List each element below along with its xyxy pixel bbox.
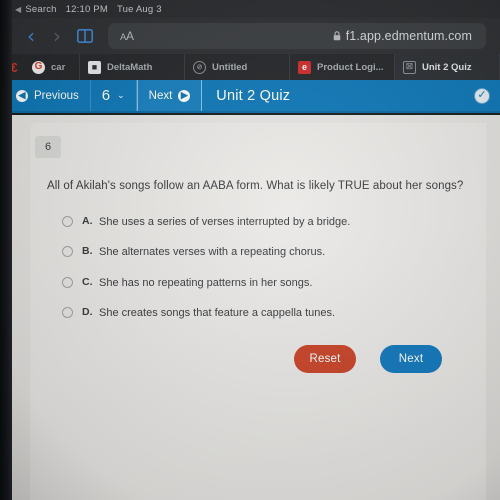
- answer-options-list: A. She uses a series of verses interrupt…: [62, 215, 468, 336]
- google-icon: G: [32, 60, 45, 74]
- option-text-a: She uses a series of verses interrupted …: [99, 216, 351, 228]
- quiz-title: Unit 2 Quiz: [216, 87, 291, 104]
- browser-tab-car[interactable]: G car: [28, 54, 80, 80]
- back-to-search-label[interactable]: Search: [25, 4, 56, 15]
- device-bezel-left: [0, 0, 12, 500]
- url-display: f1.app.edmentum.com: [108, 29, 472, 43]
- status-bar-time: 12:10 PM: [65, 3, 108, 15]
- quiz-toolbar: ◀ Previous 6 ⌄ Next ▶ Unit 2 Quiz ✓: [0, 80, 500, 113]
- browser-tab-product-login[interactable]: e Product Logi...: [290, 54, 395, 80]
- tab-label-unit-2-quiz: Unit 2 Quiz: [422, 61, 472, 73]
- option-text-d: She creates songs that feature a cappell…: [99, 306, 336, 319]
- quiz-icon: ☒: [403, 60, 416, 74]
- tablet-screenshot: ◀ Search 12:10 PM Tue Aug 3 ‹ › AA f1.ap…: [0, 0, 500, 500]
- status-bar-date: Tue Aug 3: [116, 3, 162, 15]
- deltamath-icon: ■: [88, 60, 101, 74]
- previous-arrow-icon: ◀: [16, 89, 28, 102]
- question-card: 6 All of Akilah's songs follow an AABA f…: [30, 123, 486, 500]
- current-question-number: 6: [101, 87, 111, 104]
- option-text-c: She has no repeating patterns in her son…: [99, 276, 313, 289]
- url-text: f1.app.edmentum.com: [345, 29, 472, 43]
- submit-quiz-button[interactable]: ✓: [474, 80, 500, 111]
- radio-button-a[interactable]: [62, 216, 73, 227]
- question-selector-dropdown[interactable]: 6 ⌄: [91, 80, 137, 111]
- browser-tab-untitled[interactable]: ⊘ Untitled: [185, 54, 290, 80]
- bookmarks-book-icon[interactable]: [70, 29, 100, 43]
- radio-button-c[interactable]: [62, 276, 73, 288]
- option-letter-d: D.: [82, 305, 93, 318]
- option-letter-c: C.: [82, 275, 93, 288]
- edmentum-icon: e: [298, 60, 311, 74]
- tab-label-car: car: [51, 61, 66, 73]
- back-icon[interactable]: ‹: [18, 26, 44, 46]
- action-buttons: Reset Next: [30, 345, 468, 373]
- previous-label: Previous: [34, 89, 79, 102]
- next-question-label: Next: [148, 89, 173, 102]
- next-arrow-icon: ▶: [178, 89, 191, 102]
- quiz-page: 6 All of Akilah's songs follow an AABA f…: [0, 115, 500, 500]
- question-number-badge: 6: [35, 136, 61, 158]
- next-button[interactable]: Next: [380, 345, 442, 373]
- previous-button[interactable]: ◀ Previous: [0, 80, 91, 111]
- answer-option-c[interactable]: C. She has no repeating patterns in her …: [62, 276, 468, 290]
- browser-tab-unit-2-quiz[interactable]: ☒ Unit 2 Quiz: [395, 54, 500, 80]
- tab-label-product-login: Product Logi...: [317, 61, 384, 73]
- untitled-icon: ⊘: [193, 60, 206, 74]
- lock-icon: [333, 31, 341, 41]
- option-text-b: She alternates verses with a repeating c…: [99, 246, 326, 259]
- option-letter-a: A.: [82, 215, 93, 227]
- tab-strip: € G car ■ DeltaMath ⊘ Untitled e Product…: [0, 54, 500, 80]
- radio-button-b[interactable]: [62, 246, 73, 258]
- reset-button[interactable]: Reset: [294, 345, 356, 373]
- tab-label-deltamath: DeltaMath: [107, 61, 153, 73]
- browser-tab-deltamath[interactable]: ■ DeltaMath: [80, 54, 185, 80]
- question-text: All of Akilah's songs follow an AABA for…: [47, 180, 464, 192]
- back-to-search-arrow-icon[interactable]: ◀: [15, 5, 21, 14]
- tab-label-untitled: Untitled: [212, 61, 248, 73]
- answer-option-d[interactable]: D. She creates songs that feature a capp…: [62, 306, 468, 320]
- option-letter-b: B.: [82, 245, 93, 258]
- browser-toolbar: ‹ › AA f1.app.edmentum.com: [0, 18, 500, 54]
- answer-option-b[interactable]: B. She alternates verses with a repeatin…: [62, 245, 468, 259]
- chevron-down-icon: ⌄: [117, 90, 125, 101]
- status-bar: ◀ Search 12:10 PM Tue Aug 3: [0, 0, 500, 18]
- check-circle-icon: ✓: [474, 87, 490, 104]
- radio-button-d[interactable]: [62, 306, 73, 318]
- next-question-button[interactable]: Next ▶: [136, 80, 203, 111]
- answer-option-a[interactable]: A. She uses a series of verses interrupt…: [62, 215, 468, 229]
- url-field[interactable]: AA f1.app.edmentum.com: [108, 23, 486, 49]
- forward-icon[interactable]: ›: [44, 26, 70, 46]
